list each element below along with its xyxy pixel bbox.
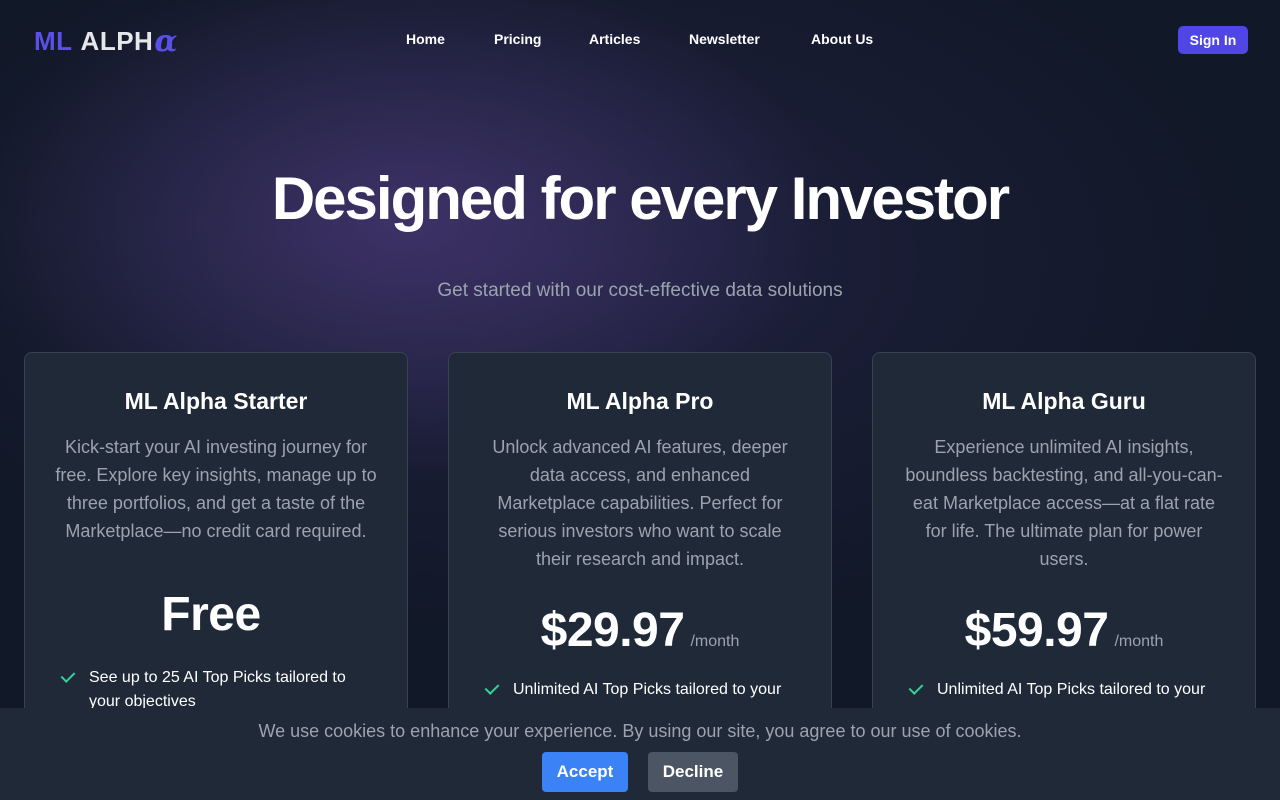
plan-feature: Unlimited AI Top Picks tailored to your <box>479 678 801 702</box>
nav-link-articles[interactable]: Articles <box>589 31 640 47</box>
page-title: Designed for every Investor <box>271 165 1010 232</box>
main-menu: Home Pricing Articles Newsletter About U… <box>0 31 1280 51</box>
nav-link-about-us[interactable]: About Us <box>811 31 873 47</box>
checkmark-icon <box>61 669 75 683</box>
plan-feature: Unlimited AI Top Picks tailored to your <box>903 678 1225 702</box>
nav-link-newsletter[interactable]: Newsletter <box>689 31 760 47</box>
plan-price-row: $59.97/month <box>903 603 1225 658</box>
plan-price: $29.97 <box>540 604 685 657</box>
plan-description: Kick-start your AI investing journey for… <box>55 437 377 541</box>
plan-title: ML Alpha Starter <box>124 388 308 414</box>
plan-price: $59.97 <box>964 604 1109 657</box>
plan-description: Unlock advanced AI features, deeper data… <box>492 437 788 569</box>
checkmark-icon <box>485 681 499 695</box>
nav-link-pricing[interactable]: Pricing <box>494 31 541 47</box>
plan-title: ML Alpha Guru <box>982 388 1146 414</box>
plan-feature: See up to 25 AI Top Picks tailored to yo… <box>55 666 377 714</box>
sign-in-button[interactable]: Sign In <box>1178 26 1248 54</box>
plan-price-row: $29.97/month <box>479 603 801 658</box>
top-navigation: ML ALPH α Home Pricing Articles Newslett… <box>0 0 1280 80</box>
cookie-consent-banner: We use cookies to enhance your experienc… <box>0 708 1280 800</box>
plan-period: /month <box>1114 633 1164 650</box>
page-subtitle: Get started with our cost-effective data… <box>437 280 843 301</box>
plan-feature-text: Unlimited AI Top Picks tailored to your <box>513 681 782 698</box>
plan-feature-text: Unlimited AI Top Picks tailored to your <box>937 681 1206 698</box>
decline-cookies-button[interactable]: Decline <box>648 752 738 792</box>
checkmark-icon <box>909 681 923 695</box>
plan-description: Experience unlimited AI insights, boundl… <box>905 437 1223 569</box>
accept-cookies-button[interactable]: Accept <box>542 752 628 792</box>
plan-period: /month <box>690 633 740 650</box>
plan-title: ML Alpha Pro <box>566 388 714 414</box>
plan-price: Free <box>161 588 261 641</box>
cookie-message: We use cookies to enhance your experienc… <box>258 721 1022 741</box>
plan-feature-text: See up to 25 AI Top Picks tailored to yo… <box>89 669 346 710</box>
nav-link-home[interactable]: Home <box>406 31 445 47</box>
